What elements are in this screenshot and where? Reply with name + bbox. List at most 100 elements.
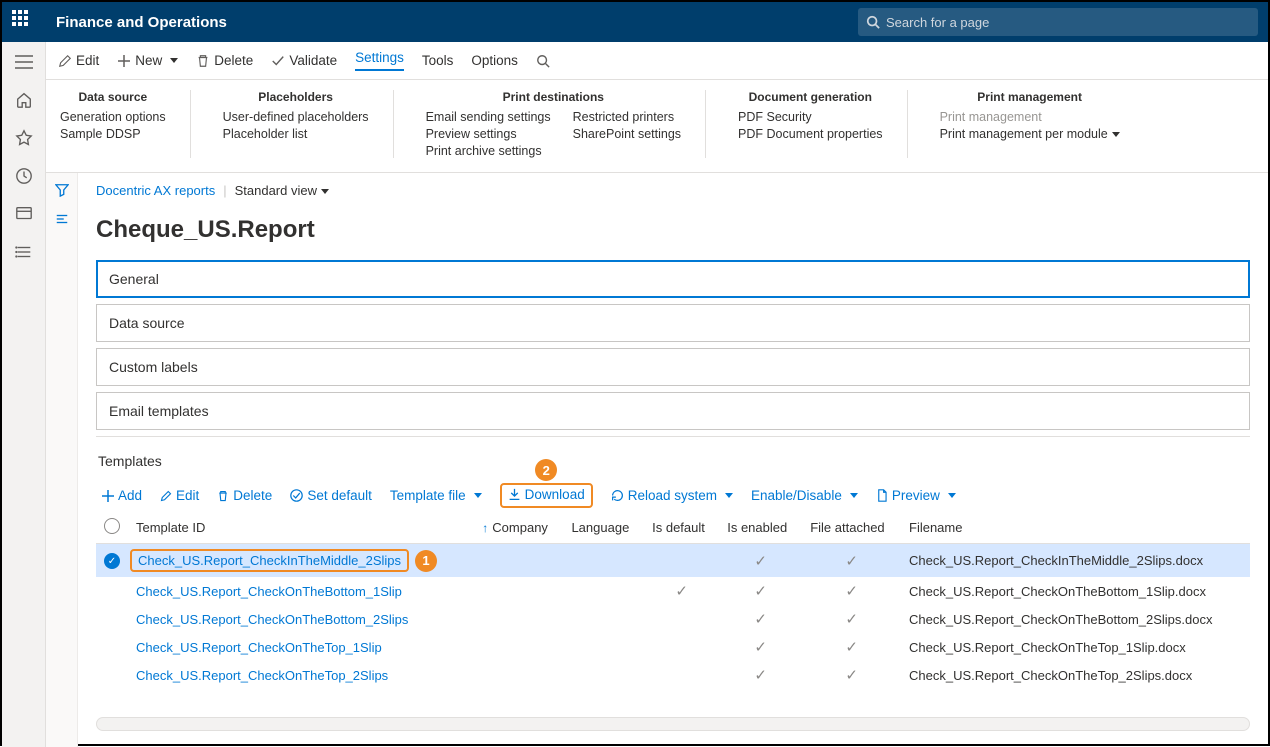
template-id-link[interactable]: Check_US.Report_CheckOnTheTop_2Slips <box>136 668 388 683</box>
col-file-attached[interactable]: File attached <box>802 512 901 544</box>
edit-template-button[interactable]: Edit <box>160 488 199 503</box>
col-filename[interactable]: Filename <box>901 512 1250 544</box>
app-launcher-icon[interactable] <box>12 10 36 34</box>
fasttab-email-templates[interactable]: Email templates <box>96 392 1250 430</box>
fasttab-general[interactable]: General <box>96 260 1250 298</box>
recent-icon[interactable] <box>14 166 34 186</box>
cell-is-default <box>644 605 719 633</box>
table-row[interactable]: Check_US.Report_CheckOnTheTop_2Slips✓✓Ch… <box>96 661 1250 689</box>
ribbon-group-datasource: Data source <box>60 90 166 104</box>
view-selector[interactable]: Standard view <box>235 183 329 198</box>
template-id-link[interactable]: Check_US.Report_CheckOnTheBottom_2Slips <box>136 612 408 627</box>
pencil-icon <box>58 54 72 68</box>
checkmark-icon: ✓ <box>754 667 767 684</box>
cell-is-enabled: ✓ <box>719 605 802 633</box>
checkmark-icon: ✓ <box>675 583 688 600</box>
restricted-printers[interactable]: Restricted printers <box>573 110 681 124</box>
row-select[interactable] <box>96 577 128 605</box>
home-icon[interactable] <box>14 90 34 110</box>
trash-icon <box>196 54 210 68</box>
hamburger-icon[interactable] <box>14 52 34 72</box>
cell-company <box>474 661 563 689</box>
new-button[interactable]: New <box>117 53 178 68</box>
table-row[interactable]: Check_US.Report_CheckOnTheBottom_1Slip ✓ ✓… <box>96 577 1250 605</box>
col-template-id[interactable]: Template ID <box>128 512 474 544</box>
filter-icon[interactable] <box>55 183 69 200</box>
tools-tab[interactable]: Tools <box>422 53 454 68</box>
horizontal-scrollbar[interactable] <box>96 717 1250 731</box>
pencil-icon <box>160 490 172 502</box>
document-icon <box>876 489 888 502</box>
breadcrumb-link[interactable]: Docentric AX reports <box>96 183 215 198</box>
row-select[interactable] <box>96 605 128 633</box>
pdf-document-properties[interactable]: PDF Document properties <box>738 127 883 141</box>
options-tab[interactable]: Options <box>471 53 518 68</box>
enable-disable-dropdown[interactable]: Enable/Disable <box>751 488 858 503</box>
row-select[interactable] <box>96 633 128 661</box>
workspace-icon[interactable] <box>14 204 34 224</box>
col-company[interactable]: Company <box>474 512 563 544</box>
modules-icon[interactable] <box>14 242 34 262</box>
cell-company <box>474 633 563 661</box>
validate-button[interactable]: Validate <box>271 53 337 68</box>
print-management-per-module[interactable]: Print management per module <box>940 127 1120 141</box>
breadcrumb: Docentric AX reports | Standard view <box>96 183 1250 198</box>
table-row[interactable]: ✓ Check_US.Report_CheckInTheMiddle_2Slips… <box>96 544 1250 578</box>
checkmark-icon: ✓ <box>754 583 767 600</box>
checkmark-icon: ✓ <box>754 639 767 656</box>
checkmark-icon: ✓ <box>754 553 767 570</box>
add-template-button[interactable]: Add <box>102 488 142 503</box>
sharepoint-settings[interactable]: SharePoint settings <box>573 127 681 141</box>
cell-is-enabled: ✓ <box>719 577 802 605</box>
search-box[interactable]: Search for a page <box>858 8 1258 36</box>
sample-ddsp[interactable]: Sample DDSP <box>60 127 166 141</box>
checkmark-icon: ✓ <box>845 611 858 628</box>
table-row[interactable]: Check_US.Report_CheckOnTheTop_1Slip✓✓Che… <box>96 633 1250 661</box>
pdf-security[interactable]: PDF Security <box>738 110 883 124</box>
reload-system-dropdown[interactable]: Reload system <box>611 488 733 503</box>
row-select[interactable] <box>96 661 128 689</box>
user-defined-placeholders[interactable]: User-defined placeholders <box>223 110 369 124</box>
set-default-button[interactable]: Set default <box>290 488 372 503</box>
print-archive-settings[interactable]: Print archive settings <box>426 144 551 158</box>
row-select[interactable]: ✓ <box>96 544 128 578</box>
template-id-link[interactable]: Check_US.Report_CheckInTheMiddle_2Slips <box>138 553 401 568</box>
col-is-enabled[interactable]: Is enabled <box>719 512 802 544</box>
col-language[interactable]: Language <box>563 512 644 544</box>
delete-button[interactable]: Delete <box>196 53 253 68</box>
placeholder-list[interactable]: Placeholder list <box>223 127 369 141</box>
template-id-link[interactable]: Check_US.Report_CheckOnTheBottom_1Slip <box>136 584 402 599</box>
page-title: Cheque_US.Report <box>96 216 1250 244</box>
cell-file-attached: ✓ <box>802 544 901 578</box>
fasttab-datasource[interactable]: Data source <box>96 304 1250 342</box>
star-icon[interactable] <box>14 128 34 148</box>
preview-settings[interactable]: Preview settings <box>426 127 551 141</box>
related-info-icon[interactable] <box>55 212 69 229</box>
select-all-header[interactable] <box>96 512 128 544</box>
cell-filename: Check_US.Report_CheckOnTheBottom_2Slips.… <box>901 605 1250 633</box>
cell-language <box>563 544 644 578</box>
search-icon <box>536 54 550 68</box>
preview-dropdown[interactable]: Preview <box>876 488 956 503</box>
cell-is-default <box>644 661 719 689</box>
cell-filename: Check_US.Report_CheckOnTheTop_2Slips.doc… <box>901 661 1250 689</box>
ribbon-group-document-generation: Document generation <box>738 90 883 104</box>
delete-template-button[interactable]: Delete <box>217 488 272 503</box>
find-button[interactable] <box>536 54 550 68</box>
fasttab-custom-labels[interactable]: Custom labels <box>96 348 1250 386</box>
col-is-default[interactable]: Is default <box>644 512 719 544</box>
cell-company <box>474 577 563 605</box>
generation-options[interactable]: Generation options <box>60 110 166 124</box>
checkmark-icon: ✓ <box>754 611 767 628</box>
cell-is-default: ✓ <box>644 577 719 605</box>
email-sending-settings[interactable]: Email sending settings <box>426 110 551 124</box>
edit-button[interactable]: Edit <box>58 53 99 68</box>
template-id-link[interactable]: Check_US.Report_CheckOnTheTop_1Slip <box>136 640 382 655</box>
download-button[interactable]: Download <box>508 487 585 502</box>
table-row[interactable]: Check_US.Report_CheckOnTheBottom_2Slips ✓… <box>96 605 1250 633</box>
settings-tab[interactable]: Settings <box>355 50 404 71</box>
plus-icon <box>117 54 131 68</box>
checkmark-icon: ✓ <box>845 553 858 570</box>
template-file-dropdown[interactable]: Template file <box>390 488 482 503</box>
print-management: Print management <box>940 110 1120 124</box>
